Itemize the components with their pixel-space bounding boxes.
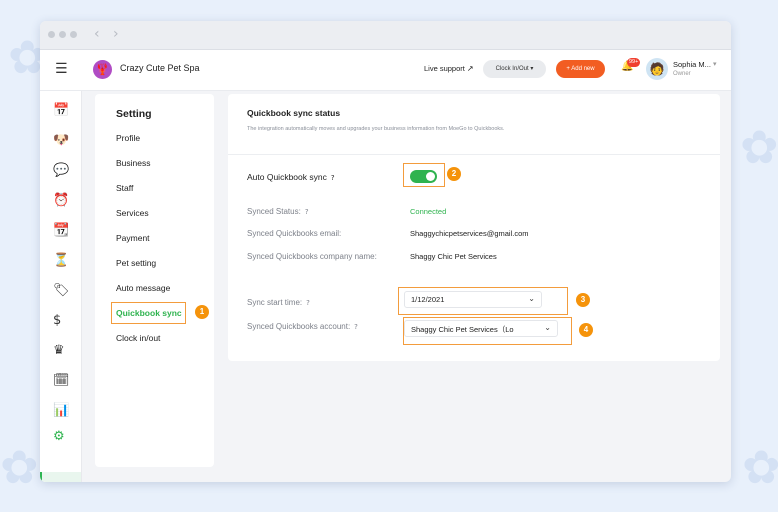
gear-icon[interactable]: ⚙	[53, 429, 65, 444]
window-minimize-dot[interactable]	[59, 31, 66, 38]
background-pattern-icon: ✿	[740, 120, 778, 174]
synced-company-label: Synced Quickbooks company name:	[247, 252, 377, 261]
settings-item-services[interactable]: Services	[116, 208, 149, 218]
synced-status-label: Synced Status:?	[247, 207, 309, 216]
settings-menu: Setting Profile Business Staff Services …	[95, 94, 214, 467]
settings-item-business[interactable]: Business	[116, 158, 151, 168]
business-name: Crazy Cute Pet Spa	[120, 63, 200, 73]
alarm-clock-icon[interactable]: ⏰	[53, 193, 69, 208]
calendar-icon[interactable]: 📅	[53, 103, 69, 118]
panel-header: Quickbook sync status The integration au…	[228, 94, 720, 155]
synced-status-value: Connected	[410, 207, 447, 216]
annotation-number-1: 1	[195, 305, 209, 319]
back-arrow-icon[interactable]: ‹	[94, 26, 100, 42]
business-logo: 🦞	[93, 60, 112, 79]
settings-item-staff[interactable]: Staff	[116, 183, 133, 193]
help-icon[interactable]: ?	[354, 323, 358, 331]
user-menu-chevron-icon[interactable]: ▾	[713, 60, 717, 68]
auto-sync-label: Auto Quickbook sync?	[247, 172, 335, 182]
annotation-number-4: 4	[579, 323, 593, 337]
pet-face-icon[interactable]: 🐶	[53, 133, 69, 148]
sync-start-time-label: Sync start time:?	[247, 298, 310, 307]
synced-email-value: Shaggychicpetservices@gmail.com	[410, 229, 529, 238]
external-link-icon: ↗	[466, 64, 474, 73]
auto-sync-toggle[interactable]	[410, 170, 437, 183]
tag-icon[interactable]: 🏷	[53, 283, 70, 298]
chevron-down-icon: ⌄	[544, 323, 551, 332]
live-support-label: Live support	[424, 64, 465, 73]
help-icon[interactable]: ?	[331, 174, 335, 182]
app-window: ‹ › ☰ 🦞 Crazy Cute Pet Spa Live support ↗…	[40, 21, 731, 482]
settings-item-payment[interactable]: Payment	[116, 233, 150, 243]
synced-email-label: Synced Quickbooks email:	[247, 229, 342, 238]
quickbook-sync-panel: Quickbook sync status The integration au…	[228, 94, 720, 361]
clock-in-out-label: Clock In/Out	[495, 66, 529, 72]
synced-account-value: Shaggy Chic Pet Services（Lo	[411, 325, 514, 334]
toggle-knob	[426, 172, 435, 181]
sidebar-active-indicator	[40, 472, 81, 482]
clock-in-out-button[interactable]: Clock In/Out ▾	[483, 60, 546, 78]
settings-title: Setting	[116, 108, 152, 120]
panel-description: The integration automatically moves and …	[247, 126, 505, 132]
sync-start-time-value: 1/12/2021	[411, 295, 445, 304]
annotation-number-2: 2	[447, 167, 461, 181]
sync-start-time-select[interactable]: 1/12/2021 ⌄	[404, 291, 542, 308]
panel-title: Quickbook sync status	[247, 108, 341, 118]
settings-item-clock-in-out[interactable]: Clock in/out	[116, 333, 160, 343]
auto-sync-label-text: Auto Quickbook sync	[247, 172, 327, 182]
menu-collapse-icon[interactable]: ☰	[55, 61, 68, 77]
settings-item-pet-setting[interactable]: Pet setting	[116, 258, 156, 268]
settings-item-quickbook-sync[interactable]: Quickbook sync	[116, 308, 182, 318]
forward-arrow-icon[interactable]: ›	[113, 26, 119, 42]
settings-item-auto-message[interactable]: Auto message	[116, 283, 170, 293]
synced-account-label: Synced Quickbooks account:?	[247, 322, 358, 331]
notification-badge: 99+	[627, 58, 641, 67]
hourglass-icon[interactable]: ⏳	[53, 253, 69, 268]
help-icon[interactable]: ?	[305, 208, 309, 216]
top-header: ☰ 🦞 Crazy Cute Pet Spa Live support ↗ Clo…	[40, 50, 731, 91]
user-name[interactable]: Sophia M...	[673, 60, 711, 69]
add-new-button[interactable]: + Add new	[556, 60, 605, 78]
live-support-link[interactable]: Live support ↗	[424, 64, 474, 73]
settings-item-profile[interactable]: Profile	[116, 133, 140, 143]
window-close-dot[interactable]	[48, 31, 55, 38]
synced-account-label-text: Synced Quickbooks account:	[247, 322, 351, 331]
synced-status-label-text: Synced Status:	[247, 207, 301, 216]
chat-icon[interactable]: 💬	[53, 163, 69, 178]
avatar[interactable]: 🧑	[646, 58, 668, 80]
left-sidebar: 📅 🐶 💬 ⏰ 📆 ⏳ 🏷 $ ♛ 🗓 📊 ⚙	[40, 91, 82, 482]
dollar-icon[interactable]: $	[53, 313, 61, 328]
sync-start-time-label-text: Sync start time:	[247, 298, 303, 307]
annotation-number-3: 3	[576, 293, 590, 307]
calendar-check-icon[interactable]: 🗓	[53, 373, 70, 388]
background-pattern-icon: ✿	[742, 440, 778, 494]
chevron-down-icon: ▾	[530, 66, 534, 72]
crown-icon[interactable]: ♛	[53, 343, 65, 358]
synced-account-select[interactable]: Shaggy Chic Pet Services（Lo ⌄	[404, 320, 558, 337]
window-titlebar: ‹ ›	[40, 21, 731, 50]
synced-company-value: Shaggy Chic Pet Services	[410, 252, 497, 261]
bar-chart-icon[interactable]: 📊	[53, 403, 69, 418]
user-role: Owner	[673, 71, 691, 77]
background-pattern-icon: ✿	[0, 440, 39, 494]
schedule-icon[interactable]: 📆	[53, 223, 69, 238]
help-icon[interactable]: ?	[306, 299, 310, 307]
chevron-down-icon: ⌄	[528, 294, 535, 303]
window-maximize-dot[interactable]	[70, 31, 77, 38]
